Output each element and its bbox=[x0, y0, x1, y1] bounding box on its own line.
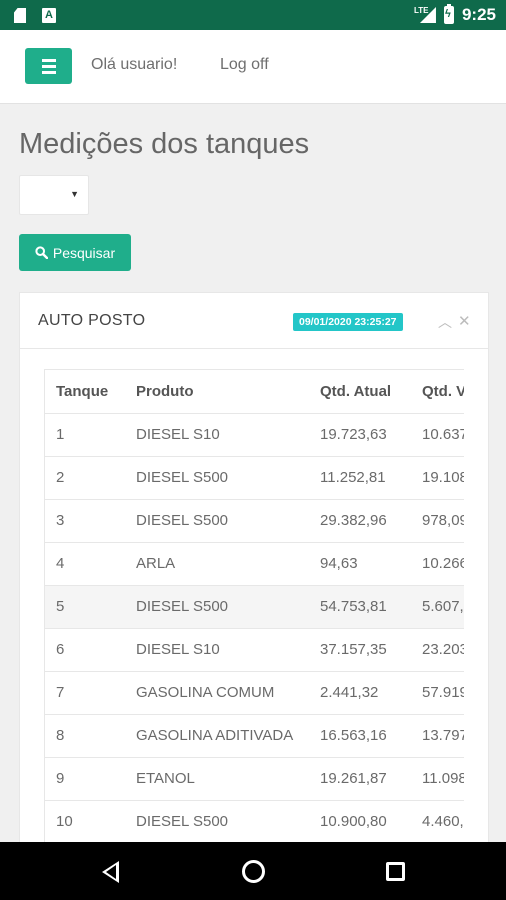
cell-qtd-atual: 11.252,81 bbox=[309, 456, 411, 500]
cell-tanque: 1 bbox=[45, 413, 125, 457]
search-button-label: Pesquisar bbox=[52, 244, 116, 261]
cell-qtd-v: 57.919 bbox=[411, 671, 464, 715]
cell-qtd-v: 13.797 bbox=[411, 714, 464, 758]
table-row: 9 ETANOL 19.261,87 11.098 bbox=[45, 757, 464, 801]
table-row: 10 DIESEL S500 10.900,80 4.460, bbox=[45, 800, 464, 844]
home-icon[interactable] bbox=[242, 860, 265, 883]
network-type: LTE bbox=[413, 6, 429, 15]
cell-produto: GASOLINA ADITIVADA bbox=[125, 714, 309, 758]
cell-produto: ETANOL bbox=[125, 757, 309, 801]
cell-qtd-atual: 37.157,35 bbox=[309, 628, 411, 672]
cell-qtd-atual: 94,63 bbox=[309, 542, 411, 586]
col-header-produto: Produto bbox=[125, 370, 309, 414]
col-header-tanque: Tanque bbox=[45, 370, 125, 414]
recent-apps-icon[interactable] bbox=[386, 862, 405, 881]
cell-produto: DIESEL S10 bbox=[125, 413, 309, 457]
table-row: 1 DIESEL S10 19.723,63 10.637 bbox=[45, 413, 464, 457]
cell-produto: DIESEL S500 bbox=[125, 800, 309, 844]
top-navbar: Olá usuario! Log off bbox=[0, 30, 506, 104]
cell-qtd-v: 19.108 bbox=[411, 456, 464, 500]
cell-tanque: 6 bbox=[45, 628, 125, 672]
table-row: 3 DIESEL S500 29.382,96 978,09 bbox=[45, 499, 464, 543]
dropdown-caret-icon: ▼ bbox=[70, 189, 79, 199]
table-row: 7 GASOLINA COMUM 2.441,32 57.919 bbox=[45, 671, 464, 715]
logoff-link[interactable]: Log off bbox=[220, 56, 269, 74]
cell-qtd-v: 5.607, bbox=[411, 585, 464, 629]
hamburger-icon bbox=[41, 58, 56, 62]
cell-produto: DIESEL S500 bbox=[125, 585, 309, 629]
table-row: 6 DIESEL S10 37.157,35 23.203 bbox=[45, 628, 464, 672]
notification-icon: A bbox=[42, 8, 56, 23]
cell-tanque: 4 bbox=[45, 542, 125, 586]
table-header-row: Tanque Produto Qtd. Atual Qtd. V bbox=[45, 370, 464, 414]
panel-header: AUTO POSTO 09/01/2020 23:25:27 ︿ ✕ bbox=[20, 293, 488, 349]
panel-title: AUTO POSTO bbox=[38, 312, 146, 329]
page-title: Medições dos tanques bbox=[19, 128, 310, 160]
cell-qtd-v: 10.266 bbox=[411, 542, 464, 586]
cell-qtd-atual: 16.563,16 bbox=[309, 714, 411, 758]
cell-tanque: 10 bbox=[45, 800, 125, 844]
tanks-table: Tanque Produto Qtd. Atual Qtd. V 1 DIESE… bbox=[45, 370, 464, 844]
cell-tanque: 5 bbox=[45, 585, 125, 629]
battery-icon bbox=[443, 4, 454, 24]
table-row: 5 DIESEL S500 54.753,81 5.607, bbox=[45, 585, 464, 629]
close-icon[interactable]: ✕ bbox=[458, 312, 471, 330]
search-icon bbox=[35, 246, 48, 259]
col-header-qtd-atual: Qtd. Atual bbox=[309, 370, 411, 414]
cell-qtd-atual: 54.753,81 bbox=[309, 585, 411, 629]
cell-produto: DIESEL S500 bbox=[125, 456, 309, 500]
cell-qtd-v: 11.098 bbox=[411, 757, 464, 801]
cell-qtd-v: 978,09 bbox=[411, 499, 464, 543]
cell-qtd-atual: 10.900,80 bbox=[309, 800, 411, 844]
cell-produto: ARLA bbox=[125, 542, 309, 586]
cell-tanque: 3 bbox=[45, 499, 125, 543]
cell-qtd-atual: 19.261,87 bbox=[309, 757, 411, 801]
cell-qtd-atual: 2.441,32 bbox=[309, 671, 411, 715]
station-panel: AUTO POSTO 09/01/2020 23:25:27 ︿ ✕ Tanqu… bbox=[19, 292, 489, 852]
clock: 9:25 bbox=[461, 5, 496, 24]
cell-qtd-v: 10.637 bbox=[411, 413, 464, 457]
search-button[interactable]: Pesquisar bbox=[19, 234, 131, 271]
cell-produto: DIESEL S500 bbox=[125, 499, 309, 543]
table-row: 2 DIESEL S500 11.252,81 19.108 bbox=[45, 456, 464, 500]
sim-card-icon bbox=[14, 8, 26, 23]
cell-qtd-v: 23.203 bbox=[411, 628, 464, 672]
cell-tanque: 8 bbox=[45, 714, 125, 758]
status-bar: A LTE 9:25 bbox=[0, 0, 506, 30]
system-navigation-bar bbox=[0, 842, 506, 900]
chevron-up-icon[interactable]: ︿ bbox=[438, 312, 452, 332]
back-icon[interactable] bbox=[102, 861, 119, 883]
table-row: 8 GASOLINA ADITIVADA 16.563,16 13.797 bbox=[45, 714, 464, 758]
cell-qtd-atual: 29.382,96 bbox=[309, 499, 411, 543]
menu-button[interactable] bbox=[25, 48, 72, 84]
col-header-qtd-v: Qtd. V bbox=[411, 370, 464, 414]
tanks-table-container[interactable]: Tanque Produto Qtd. Atual Qtd. V 1 DIESE… bbox=[44, 369, 464, 851]
cell-produto: GASOLINA COMUM bbox=[125, 671, 309, 715]
cell-qtd-atual: 19.723,63 bbox=[309, 413, 411, 457]
signal-icon: LTE bbox=[414, 6, 436, 24]
station-select[interactable]: ▼ bbox=[19, 175, 89, 215]
cell-produto: DIESEL S10 bbox=[125, 628, 309, 672]
cell-tanque: 9 bbox=[45, 757, 125, 801]
timestamp-badge: 09/01/2020 23:25:27 bbox=[293, 313, 403, 331]
cell-tanque: 2 bbox=[45, 456, 125, 500]
table-row: 4 ARLA 94,63 10.266 bbox=[45, 542, 464, 586]
user-greeting-link[interactable]: Olá usuario! bbox=[91, 56, 177, 74]
cell-qtd-v: 4.460, bbox=[411, 800, 464, 844]
cell-tanque: 7 bbox=[45, 671, 125, 715]
